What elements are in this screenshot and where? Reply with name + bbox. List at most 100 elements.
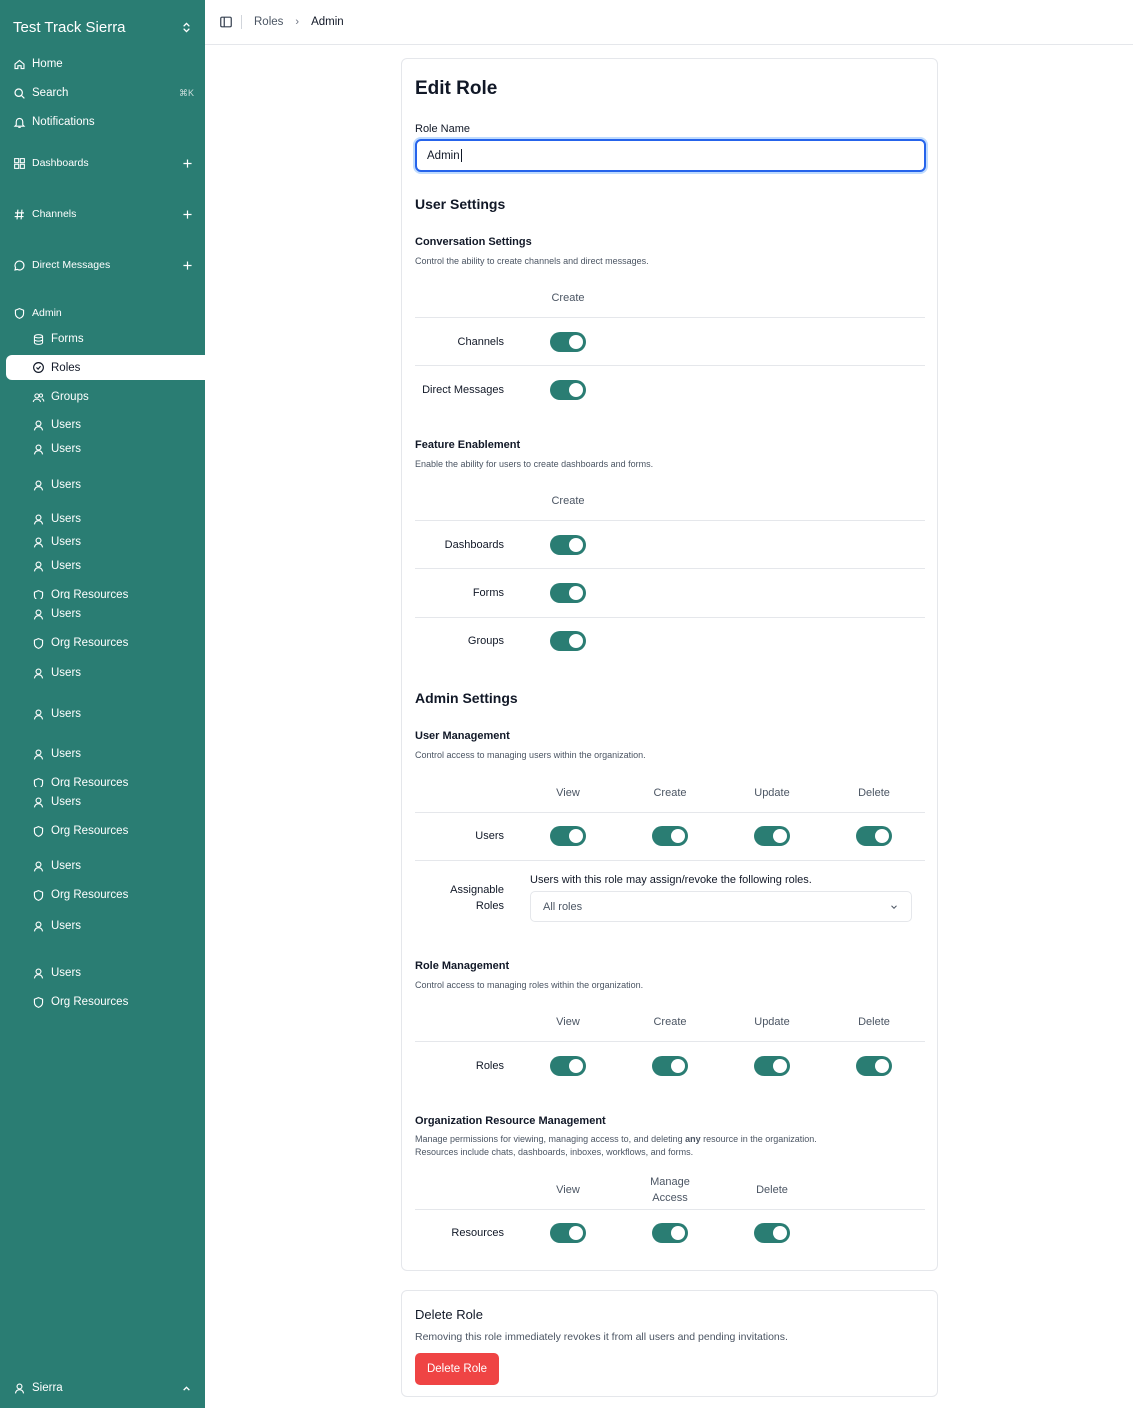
sidebar-item-label: Groups <box>51 391 89 403</box>
toggle-resources-view[interactable] <box>550 1223 586 1243</box>
sidebar-item-label: Search <box>32 87 69 99</box>
user-icon <box>32 419 45 432</box>
toggle-roles-delete[interactable] <box>856 1056 892 1076</box>
sidebar-item-users[interactable]: Users <box>32 475 202 495</box>
sidebar-item-users[interactable]: Users <box>32 439 202 459</box>
toggle-users-view[interactable] <box>550 826 586 846</box>
role-management-description: Control access to managing roles within … <box>415 980 644 990</box>
sidebar-section-channels[interactable]: Channels <box>13 204 194 224</box>
user-icon <box>32 560 45 573</box>
workspace-switcher[interactable]: Test Track Sierra <box>13 17 193 37</box>
sidebar-item-label: Users <box>51 608 82 620</box>
sidebar-item-roles[interactable]: Roles <box>6 355 205 380</box>
sidebar-item-org-resources-partial[interactable]: Org Resources <box>32 777 202 787</box>
toggle-roles-create[interactable] <box>652 1056 688 1076</box>
sidebar-item-users[interactable]: Users <box>32 744 202 764</box>
divider <box>415 617 925 618</box>
sidebar-item-groups[interactable]: Groups <box>32 387 202 407</box>
sidebar-item-label: Org Resources <box>51 889 129 901</box>
divider <box>415 568 925 569</box>
role-name-value: Admin <box>427 149 460 162</box>
sidebar-item-users[interactable]: Users <box>32 556 202 576</box>
sidebar-item-label: Channels <box>32 208 77 220</box>
toggle-resources-manage-access[interactable] <box>652 1223 688 1243</box>
sidebar-item-org-resources[interactable]: Org Resources <box>32 885 202 905</box>
shield-icon <box>13 307 26 320</box>
divider <box>241 15 242 29</box>
row-label-users: Users <box>475 830 504 842</box>
sidebar-item-users[interactable]: Users <box>32 856 202 876</box>
toggle-channels-create[interactable] <box>550 332 586 352</box>
feature-enablement-description: Enable the ability for users to create d… <box>415 459 654 469</box>
divider <box>415 317 925 318</box>
sidebar-item-label: Users <box>51 667 82 679</box>
row-label-direct-messages: Direct Messages <box>422 384 504 396</box>
sidebar-item-org-resources[interactable]: Org Resources <box>32 992 202 1012</box>
resource-management-description: Manage permissions for viewing, managing… <box>415 1133 915 1159</box>
sidebar-item-users[interactable]: Users <box>32 415 202 435</box>
add-channel-icon[interactable] <box>181 208 194 221</box>
toggle-dashboards-create[interactable] <box>550 535 586 555</box>
sidebar-item-search[interactable]: Search ⌘K <box>13 83 194 103</box>
sidebar-item-org-resources[interactable]: Org Resources <box>32 633 202 653</box>
user-menu[interactable]: Sierra <box>13 1378 193 1398</box>
row-label-groups: Groups <box>467 635 504 647</box>
admin-settings-heading: Admin Settings <box>415 690 518 706</box>
sidebar-item-label: Users <box>51 513 82 525</box>
toggle-users-update[interactable] <box>754 826 790 846</box>
database-icon <box>32 333 45 346</box>
shield-icon <box>32 825 45 838</box>
assignable-roles-select[interactable]: All roles <box>530 891 912 922</box>
shield-icon <box>32 637 45 650</box>
sidebar-toggle-icon[interactable] <box>219 15 233 29</box>
sidebar-item-users[interactable]: Users <box>32 792 202 812</box>
sidebar-item-org-resources-partial[interactable]: Org Resources <box>32 589 202 599</box>
page-title: Edit Role <box>415 78 498 99</box>
sidebar-item-org-resources[interactable]: Org Resources <box>32 821 202 841</box>
sidebar-item-users[interactable]: Users <box>32 916 202 936</box>
sidebar-item-label: Org Resources <box>51 589 129 599</box>
sidebar-item-notifications[interactable]: Notifications <box>13 112 194 132</box>
sidebar-item-users[interactable]: Users <box>32 532 202 552</box>
sidebar-section-direct-messages[interactable]: Direct Messages <box>13 255 194 275</box>
sidebar-section-dashboards[interactable]: Dashboards <box>13 153 194 173</box>
divider <box>415 1041 925 1042</box>
divider <box>415 1209 925 1210</box>
sidebar-item-users[interactable]: Users <box>32 963 202 983</box>
toggle-roles-update[interactable] <box>754 1056 790 1076</box>
sidebar-item-home[interactable]: Home <box>13 54 194 74</box>
shield-icon <box>32 589 45 599</box>
sidebar-item-label: Direct Messages <box>32 259 111 271</box>
role-name-input[interactable]: Admin <box>415 139 926 172</box>
search-shortcut: ⌘K <box>178 87 194 98</box>
sidebar-item-label: Org Resources <box>51 777 129 787</box>
user-icon <box>32 967 45 980</box>
toggle-direct-messages-create[interactable] <box>550 380 586 400</box>
sidebar-item-users[interactable]: Users <box>32 509 202 529</box>
user-icon <box>32 708 45 721</box>
breadcrumb-roles-link[interactable]: Roles <box>254 16 283 28</box>
chevrons-up-down-icon <box>180 21 193 34</box>
toggle-groups-create[interactable] <box>550 631 586 651</box>
toggle-forms-create[interactable] <box>550 583 586 603</box>
delete-role-button[interactable]: Delete Role <box>415 1353 499 1385</box>
toggle-resources-delete[interactable] <box>754 1223 790 1243</box>
add-direct-message-icon[interactable] <box>181 259 194 272</box>
sidebar: Test Track Sierra Home Search ⌘K Notific… <box>0 0 205 1408</box>
toggle-users-delete[interactable] <box>856 826 892 846</box>
sidebar-item-users[interactable]: Users <box>32 604 202 624</box>
sidebar-item-users[interactable]: Users <box>32 663 202 683</box>
sidebar-item-forms[interactable]: Forms <box>32 329 202 349</box>
sidebar-item-users[interactable]: Users <box>32 704 202 724</box>
row-label-channels: Channels <box>457 336 504 348</box>
assignable-roles-value: All roles <box>543 900 583 913</box>
user-icon <box>32 796 45 809</box>
add-dashboard-icon[interactable] <box>181 157 194 170</box>
assignable-roles-label-line2: Roles <box>475 900 504 912</box>
sidebar-item-label: Users <box>51 560 82 572</box>
toggle-users-create[interactable] <box>652 826 688 846</box>
sidebar-item-label: Users <box>51 748 82 760</box>
toggle-roles-view[interactable] <box>550 1056 586 1076</box>
sidebar-section-admin[interactable]: Admin <box>13 303 194 323</box>
user-icon <box>32 513 45 526</box>
